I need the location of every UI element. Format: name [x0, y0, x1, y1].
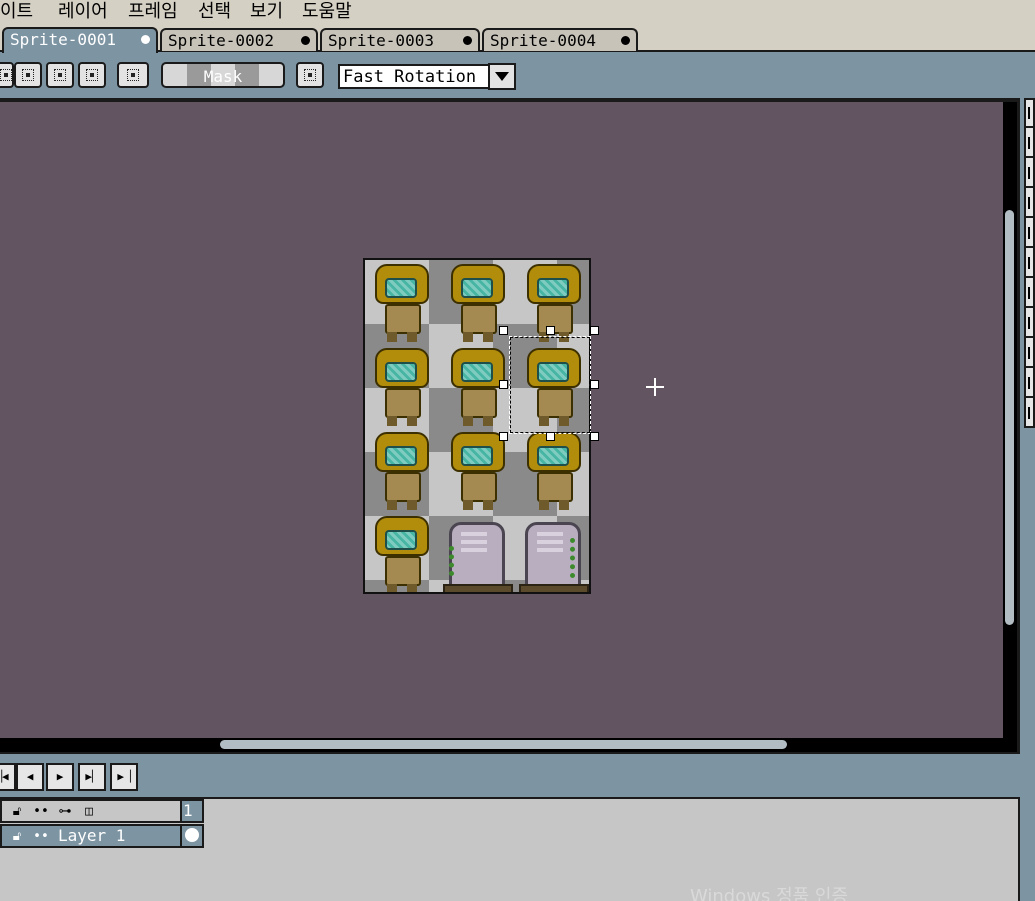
- close-dot-icon[interactable]: [141, 35, 150, 44]
- selection-handle[interactable]: [546, 432, 555, 441]
- eraser-tool[interactable]: [1026, 160, 1035, 188]
- tab-label: Sprite-0002: [168, 31, 274, 50]
- tab-label: Sprite-0001: [10, 30, 116, 49]
- horizontal-scroll-thumb[interactable]: [220, 740, 787, 749]
- previous-frame-icon: ◀: [26, 770, 34, 783]
- menu-help[interactable]: 도움말: [302, 0, 352, 24]
- transparent-icon: [304, 69, 316, 81]
- selection-marquee[interactable]: [509, 336, 591, 434]
- last-frame-button[interactable]: ▶▕: [110, 763, 138, 791]
- gravestone-frame: [441, 512, 515, 592]
- blur-tool[interactable]: [1026, 400, 1035, 428]
- menu-sprite[interactable]: 이트: [0, 0, 33, 24]
- slice-tool[interactable]: [1026, 280, 1035, 308]
- character-frame: [365, 344, 439, 428]
- lock-icon[interactable]: 🔓︎: [6, 828, 28, 848]
- tab-label: Sprite-0003: [328, 31, 434, 50]
- sprite-tab-bar: Sprite-0001 Sprite-0002 Sprite-0003 Spri…: [0, 26, 1035, 53]
- tab-sprite-0003[interactable]: Sprite-0003: [320, 28, 480, 51]
- tool-palette: [1024, 98, 1035, 428]
- character-frame: [365, 260, 439, 344]
- rotation-algorithm-select[interactable]: Fast Rotation: [338, 64, 490, 89]
- crosshair-cursor-icon: [646, 378, 664, 396]
- layers-header: 🔓︎ •• ⊶ ◫: [0, 799, 182, 823]
- marquee-tool[interactable]: [1026, 100, 1035, 128]
- gravestone-frame: [517, 512, 589, 592]
- selection-handle[interactable]: [499, 326, 508, 335]
- previous-frame-button[interactable]: ◀: [16, 763, 44, 791]
- zoom-tool[interactable]: [1026, 220, 1035, 248]
- visibility-icon[interactable]: ••: [30, 803, 52, 823]
- selection-icon: [0, 69, 12, 81]
- selection-handle[interactable]: [590, 380, 599, 389]
- link-icon[interactable]: ⊶: [54, 803, 76, 823]
- windows-activation-watermark: Windows 정품 인증: [690, 886, 849, 901]
- menu-frame[interactable]: 프레임: [128, 0, 178, 24]
- pivot-icon: [127, 69, 139, 81]
- next-frame-button[interactable]: ▶▏: [78, 763, 106, 791]
- chevron-down-icon[interactable]: [488, 63, 516, 90]
- line-tool[interactable]: [1026, 310, 1035, 338]
- close-dot-icon[interactable]: [463, 36, 472, 45]
- lock-icon[interactable]: 🔓︎: [6, 803, 28, 823]
- selection-add-icon: [22, 69, 34, 81]
- last-frame-icon: ▶▕: [117, 770, 131, 783]
- selection-handle[interactable]: [546, 326, 555, 335]
- ellipse-tool[interactable]: [1026, 370, 1035, 398]
- mask-label: Mask: [203, 67, 243, 86]
- tab-label: Sprite-0004: [490, 31, 596, 50]
- character-frame: [365, 428, 439, 512]
- pencil-tool[interactable]: [1026, 130, 1035, 158]
- close-dot-icon[interactable]: [301, 36, 310, 45]
- vertical-scroll-thumb[interactable]: [1005, 210, 1014, 625]
- selection-handle[interactable]: [590, 326, 599, 335]
- transparent-color-button[interactable]: [296, 62, 324, 88]
- visibility-icon[interactable]: ••: [30, 828, 52, 848]
- next-frame-icon: ▶▏: [85, 770, 99, 783]
- selection-handle[interactable]: [590, 432, 599, 441]
- tab-sprite-0001[interactable]: Sprite-0001: [2, 27, 158, 53]
- play-icon: ▶: [56, 770, 64, 783]
- selection-mode-subtract-button[interactable]: [46, 62, 74, 88]
- menu-layer[interactable]: 레이어: [58, 0, 108, 24]
- frame-number: 1: [183, 801, 193, 820]
- mask-color-button[interactable]: Mask: [161, 62, 285, 88]
- selection-intersect-icon: [86, 69, 98, 81]
- rotation-select-value: Fast Rotation: [343, 67, 477, 87]
- cel-dot-icon: [185, 828, 199, 842]
- close-dot-icon[interactable]: [621, 36, 630, 45]
- selection-mode-add-button[interactable]: [14, 62, 42, 88]
- continuous-icon[interactable]: ◫: [78, 803, 100, 823]
- selection-handle[interactable]: [499, 380, 508, 389]
- layer-name[interactable]: Layer 1: [58, 826, 125, 846]
- selection-mode-replace-button[interactable]: [0, 62, 14, 88]
- selection-subtract-icon: [54, 69, 66, 81]
- selection-mode-intersect-button[interactable]: [78, 62, 106, 88]
- play-button[interactable]: ▶: [46, 763, 74, 791]
- first-frame-icon: ▕◀: [0, 770, 9, 783]
- tab-sprite-0004[interactable]: Sprite-0004: [482, 28, 638, 51]
- menu-select[interactable]: 선택: [198, 0, 231, 24]
- move-tool[interactable]: [1026, 250, 1035, 278]
- pivot-button[interactable]: [117, 62, 149, 88]
- menu-view[interactable]: 보기: [250, 0, 283, 24]
- eyedropper-tool[interactable]: [1026, 190, 1035, 218]
- selection-handle[interactable]: [499, 432, 508, 441]
- first-frame-button[interactable]: ▕◀: [0, 763, 16, 791]
- tab-sprite-0002[interactable]: Sprite-0002: [160, 28, 318, 51]
- rectangle-tool[interactable]: [1026, 340, 1035, 368]
- menu-bar: 이트 레이어 프레임 선택 보기 도움말: [0, 0, 1035, 26]
- character-frame: [365, 512, 439, 592]
